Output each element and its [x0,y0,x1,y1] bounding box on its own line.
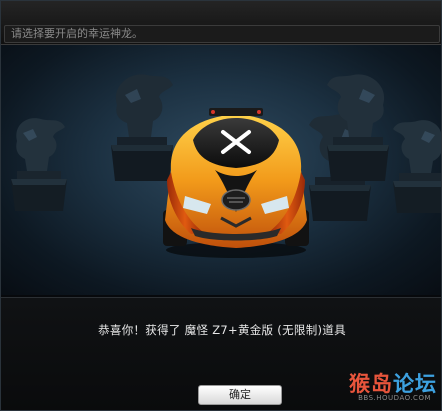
dragon-statue-5[interactable] [389,109,441,219]
instruction-bar: 请选择要开启的幸运神龙。 [1,1,441,45]
reward-car-icon [151,100,321,260]
reward-dialog: 请选择要开启的幸运神龙。 恭喜你！获得了 魔怪 Z7+黄金版 (无限制)道具 确… [0,0,442,411]
watermark-title-part1: 猴岛 [349,372,393,396]
instruction-text: 请选择要开启的幸运神龙。 [4,25,440,43]
dragon-statue-4[interactable] [319,65,399,185]
dragon-selection-stage [1,45,441,295]
confirm-button[interactable]: 确定 [198,385,282,405]
watermark-title-part2: 论坛 [393,372,437,396]
dragon-statue-1[interactable] [3,107,73,217]
watermark-logo: 猴岛论坛 BBS.HOUDAO.COM [337,368,437,408]
reward-message: 恭喜你！获得了 魔怪 Z7+黄金版 (无限制)道具 [98,323,346,337]
watermark-url: BBS.HOUDAO.COM [358,394,431,402]
